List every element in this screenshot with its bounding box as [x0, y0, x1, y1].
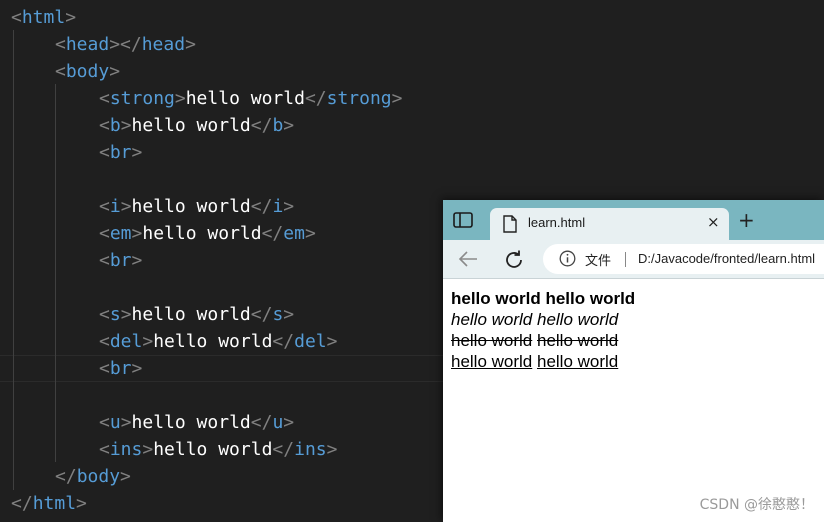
tab-title: learn.html [528, 215, 586, 230]
code-line[interactable]: </body> [55, 463, 131, 490]
code-line[interactable]: <br> [99, 139, 142, 166]
code-line[interactable]: <strong>hello world</strong> [99, 85, 403, 112]
italic-line: hello world hello world [451, 309, 635, 330]
indent-guide [55, 84, 56, 462]
tab-actions-icon[interactable] [453, 212, 473, 228]
document-icon [503, 215, 517, 233]
url-text[interactable]: D:/Javacode/fronted/learn.html [638, 251, 815, 266]
code-line[interactable]: <head></head> [55, 31, 196, 58]
divider [625, 252, 626, 267]
code-line[interactable]: </html> [11, 490, 87, 517]
close-icon[interactable]: × [707, 213, 720, 231]
browser-toolbar: 文件 D:/Javacode/fronted/learn.html [443, 240, 824, 279]
del-text: hello world [537, 331, 619, 350]
code-line[interactable]: <s>hello world</s> [99, 301, 294, 328]
tab-learn-html[interactable]: learn.html × [490, 208, 729, 240]
code-line[interactable]: <i>hello world</i> [99, 193, 294, 220]
address-bar[interactable]: 文件 D:/Javacode/fronted/learn.html [543, 244, 824, 274]
indent-guide [13, 30, 14, 490]
tab-bar: learn.html × + [443, 200, 824, 240]
back-arrow-icon[interactable] [457, 249, 479, 269]
b-text: hello world [545, 289, 636, 308]
s-text: hello world [451, 331, 533, 350]
u-text: hello world [451, 352, 533, 371]
code-line[interactable]: <u>hello world</u> [99, 409, 294, 436]
em-text: hello world [537, 310, 619, 329]
bold-line: hello world hello world [451, 288, 635, 309]
i-text: hello world [451, 310, 533, 329]
new-tab-icon[interactable]: + [738, 210, 755, 230]
refresh-icon[interactable] [503, 249, 525, 271]
ins-text: hello world [537, 352, 619, 371]
code-line[interactable]: <br> [99, 247, 142, 274]
code-line[interactable]: <b>hello world</b> [99, 112, 294, 139]
info-icon[interactable] [559, 250, 576, 267]
code-line[interactable]: <em>hello world</em> [99, 220, 316, 247]
strike-line: hello world hello world [451, 330, 635, 351]
code-line[interactable]: <br> [99, 355, 142, 382]
page-content: hello world hello world hello world hell… [451, 288, 635, 372]
code-line[interactable]: <html> [11, 4, 76, 31]
watermark: CSDN @徐憨憨！ [699, 497, 814, 513]
code-line[interactable]: <ins>hello world</ins> [99, 436, 337, 463]
browser-window: learn.html × + 文件 D:/Javacode/fronted/le… [443, 200, 824, 522]
strong-text: hello world [451, 289, 541, 308]
code-line[interactable]: <body> [55, 58, 120, 85]
file-label: 文件 [585, 254, 612, 269]
code-line[interactable]: <del>hello world</del> [99, 328, 337, 355]
underline-line: hello world hello world [451, 351, 635, 372]
